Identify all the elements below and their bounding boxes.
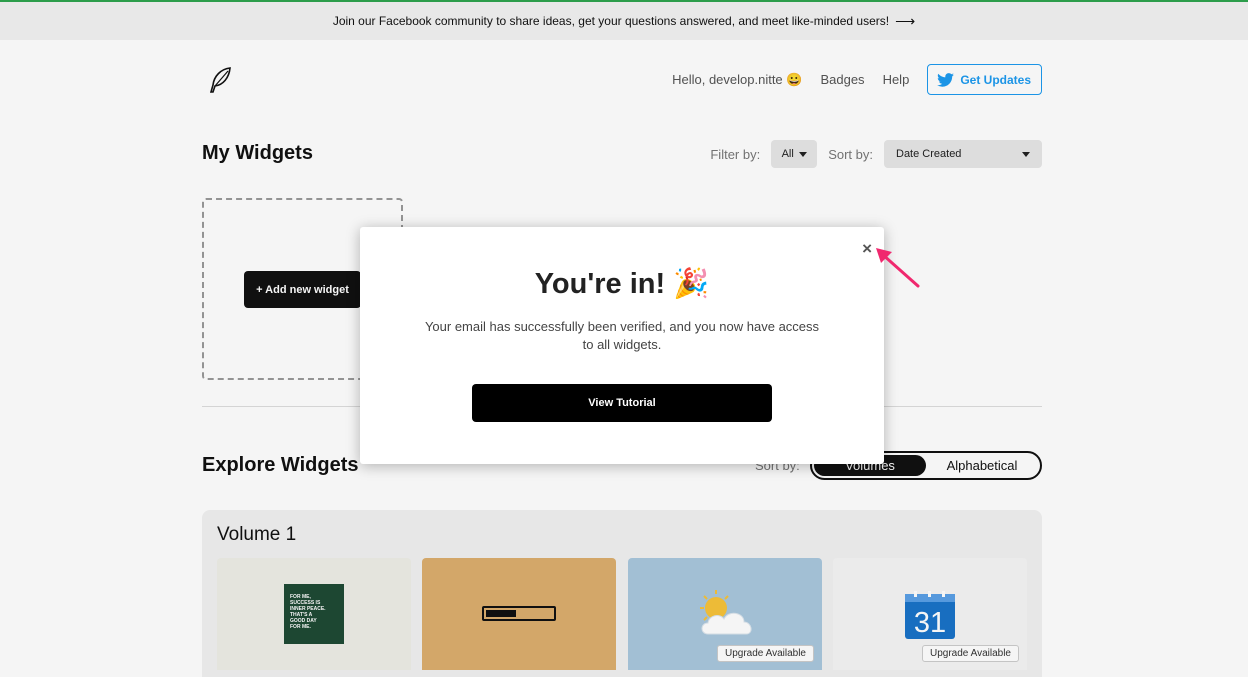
- annotation-arrow-icon: [876, 248, 920, 288]
- verification-modal: × You're in! 🎉 Your email has successful…: [360, 227, 884, 464]
- view-tutorial-button[interactable]: View Tutorial: [472, 384, 772, 422]
- modal-message: Your email has successfully been verifie…: [424, 319, 820, 352]
- page: Join our Facebook community to share ide…: [0, 0, 1248, 677]
- close-icon[interactable]: ×: [862, 240, 872, 257]
- modal-title: You're in! 🎉: [534, 268, 710, 300]
